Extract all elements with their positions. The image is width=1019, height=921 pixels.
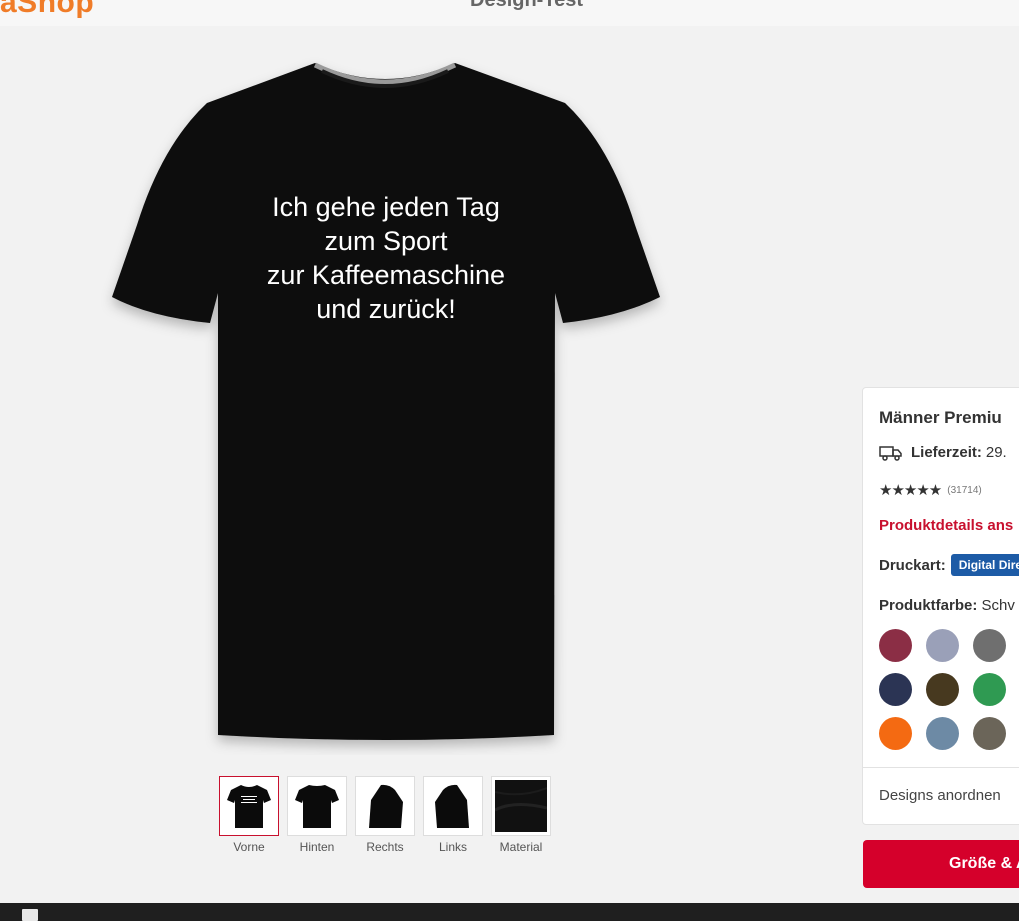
print-line-2: zum Sport xyxy=(324,226,448,256)
color-swatch[interactable] xyxy=(973,629,1006,662)
print-type-badge[interactable]: Digital Dire xyxy=(950,554,1019,576)
color-swatches xyxy=(879,629,1019,754)
tshirt-graphic xyxy=(112,62,660,740)
color-swatch[interactable] xyxy=(973,673,1006,706)
print-type-label: Druckart: xyxy=(879,556,946,574)
delivery-value: 29. xyxy=(985,444,1007,461)
star-rating-icon: ★★★★★ xyxy=(879,482,942,499)
print-line-4: und zurück! xyxy=(316,294,456,324)
panel-divider xyxy=(863,767,1019,768)
shirt-print-text: Ich gehe jeden Tag zum Sport zur Kaffeem… xyxy=(230,190,542,326)
product-color: Produktfarbe: Schv xyxy=(879,597,1015,614)
print-line-3: zur Kaffeemaschine xyxy=(266,260,506,290)
truck-icon xyxy=(879,445,902,461)
delivery-label: Lieferzeit: xyxy=(911,444,982,461)
color-swatch[interactable] xyxy=(879,673,912,706)
tshirt-right-thumb-icon xyxy=(369,784,403,828)
color-swatch[interactable] xyxy=(879,717,912,750)
thumb-label-hinten: Hinten xyxy=(299,840,335,854)
color-swatch[interactable] xyxy=(926,717,959,750)
tshirt-left-thumb-icon xyxy=(435,784,469,828)
top-bar: aShop Design-Test xyxy=(0,0,1019,26)
color-swatch[interactable] xyxy=(926,629,959,662)
color-swatch[interactable] xyxy=(973,717,1006,750)
tshirt-back-thumb-icon xyxy=(295,785,339,828)
shop-logo[interactable]: aShop xyxy=(0,0,94,20)
thumb-label-vorne: Vorne xyxy=(233,840,265,854)
print-type: Druckart: Digital Dire xyxy=(879,554,1019,576)
product-title: Männer Premiu xyxy=(879,408,1002,427)
product-image: Ich gehe jeden Tag zum Sport zur Kaffeem… xyxy=(100,55,670,755)
thumb-label-material: Material xyxy=(499,840,543,854)
arrange-designs-button[interactable]: Designs anordnen xyxy=(879,787,1001,804)
product-details-link[interactable]: Produktdetails ans xyxy=(879,517,1013,534)
thumb-label-rechts: Rechts xyxy=(366,840,404,854)
thumb-material[interactable]: Material xyxy=(491,776,551,854)
delivery-info: Lieferzeit: 29. xyxy=(879,444,1007,461)
product-color-value: Schv xyxy=(981,597,1015,614)
tshirt-front-thumb-icon xyxy=(227,785,271,828)
size-select-button[interactable]: Größe & A xyxy=(863,840,1019,888)
rating-count: (31714) xyxy=(947,484,982,496)
design-title: Design-Test xyxy=(470,0,583,11)
print-line-1: Ich gehe jeden Tag xyxy=(272,192,500,222)
product-color-label: Produktfarbe: xyxy=(879,597,978,614)
view-thumbnails: Vorne Hinten Rechts Links Material xyxy=(219,776,559,856)
thumb-hinten[interactable]: Hinten xyxy=(287,776,347,854)
thumb-label-links: Links xyxy=(438,840,467,854)
product-config-panel: Männer Premiu Lieferzeit: 29. ★★★★★ (317… xyxy=(862,387,1019,825)
notepad-icon[interactable] xyxy=(22,909,38,921)
thumb-rechts[interactable]: Rechts xyxy=(355,776,415,854)
fabric-texture-thumb-icon xyxy=(495,780,547,832)
thumb-vorne[interactable]: Vorne xyxy=(219,776,279,854)
thumb-links[interactable]: Links xyxy=(423,776,483,854)
color-swatch[interactable] xyxy=(879,629,912,662)
taskbar xyxy=(0,903,1019,921)
color-swatch[interactable] xyxy=(926,673,959,706)
rating[interactable]: ★★★★★ (31714) xyxy=(879,481,982,499)
